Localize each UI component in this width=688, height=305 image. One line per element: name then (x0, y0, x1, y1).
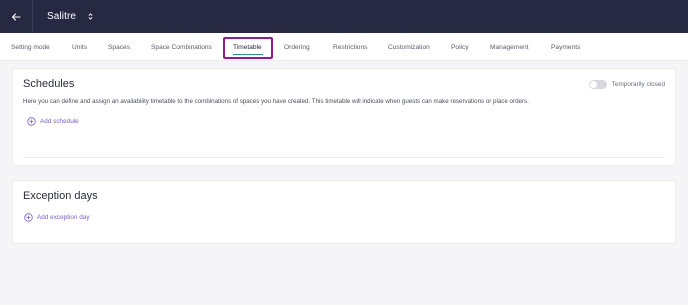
toggle-knob (589, 81, 597, 88)
tab-spaces[interactable]: Spaces (108, 33, 130, 61)
top-bar: Salitre (0, 0, 688, 33)
add-exception-day-button[interactable]: Add exception day (24, 213, 90, 222)
chevron-updown-icon (88, 13, 93, 20)
add-exception-day-label: Add exception day (37, 214, 90, 221)
exception-days-title: Exception days (23, 190, 98, 202)
tab-customization[interactable]: Customization (388, 33, 430, 61)
plus-circle-icon (27, 117, 36, 126)
temporarily-closed-control: Temporarily closed (588, 80, 665, 89)
back-button[interactable] (4, 5, 28, 29)
schedules-title: Schedules (23, 78, 75, 90)
active-tab-indicator (233, 54, 263, 55)
tab-setting-mode[interactable]: Setting mode (11, 33, 50, 61)
plus-circle-icon (24, 213, 33, 222)
tab-units[interactable]: Units (72, 33, 87, 61)
arrow-left-icon (11, 12, 21, 21)
exception-days-card: Exception days Add exception day (12, 180, 676, 244)
tab-space-combinations[interactable]: Space Combinations (151, 33, 212, 61)
add-schedule-label: Add schedule (40, 118, 79, 125)
tab-restrictions[interactable]: Restrictions (333, 33, 367, 61)
tab-timetable[interactable]: Timetable (233, 33, 262, 61)
schedules-divider (23, 157, 665, 158)
schedules-card: Schedules Temporarily closed Here you ca… (12, 68, 676, 166)
header-divider (32, 0, 33, 33)
tab-ordering[interactable]: Ordering (284, 33, 310, 61)
schedules-description: Here you can define and assign an availa… (23, 98, 529, 105)
tab-policy[interactable]: Policy (451, 33, 469, 61)
temporarily-closed-toggle[interactable] (588, 80, 607, 89)
tab-management[interactable]: Management (490, 33, 529, 61)
venue-name: Salitre (47, 11, 77, 22)
venue-selector[interactable]: Salitre (47, 11, 93, 22)
add-schedule-button[interactable]: Add schedule (27, 117, 79, 126)
tab-payments[interactable]: Payments (551, 33, 580, 61)
settings-tabs: Setting mode Units Spaces Space Combinat… (0, 33, 688, 61)
temporarily-closed-label: Temporarily closed (611, 81, 665, 88)
